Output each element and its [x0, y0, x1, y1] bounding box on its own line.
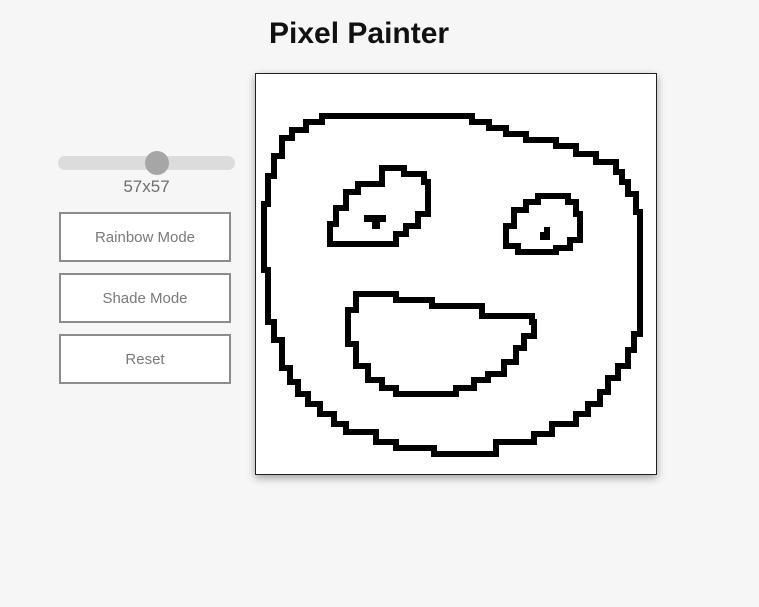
reset-button[interactable]: Reset	[59, 334, 231, 384]
rainbow-mode-button[interactable]: Rainbow Mode	[59, 212, 231, 262]
right-pupil	[540, 232, 550, 240]
grid-size-slider[interactable]	[58, 150, 235, 176]
shade-mode-button[interactable]: Shade Mode	[59, 273, 231, 323]
right-pupil-dot	[544, 227, 550, 233]
left-eye-stroke	[327, 165, 431, 247]
pixel-grid[interactable]	[256, 74, 656, 474]
drawing-canvas[interactable]	[255, 73, 657, 475]
face-outline-stroke	[261, 113, 643, 457]
left-pupil-dot	[372, 215, 380, 229]
mouth-stroke	[345, 291, 537, 397]
slider-thumb[interactable]	[144, 151, 169, 175]
page-title: Pixel Painter	[269, 17, 450, 50]
right-eye-stroke	[503, 193, 583, 255]
grid-size-label: 57x57	[123, 177, 170, 196]
